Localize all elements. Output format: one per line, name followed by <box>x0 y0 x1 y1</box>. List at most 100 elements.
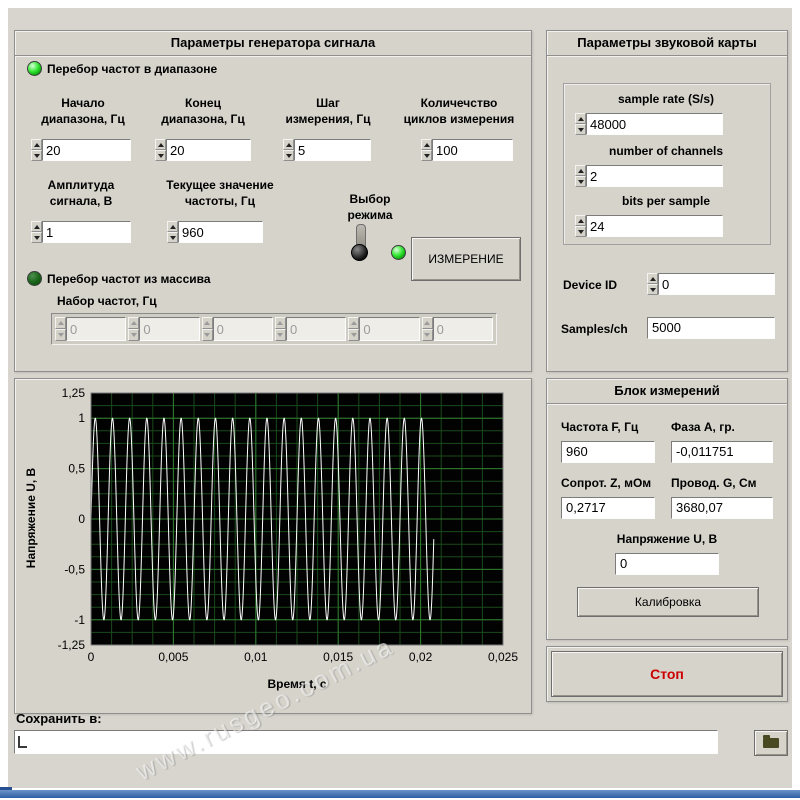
decrement-arrow-icon[interactable] <box>31 232 42 243</box>
generator-panel-title: Параметры генератора сигнала <box>15 31 531 56</box>
save-path-control[interactable] <box>14 730 718 754</box>
cycles-control[interactable] <box>421 139 513 161</box>
stop-panel: Стоп <box>546 646 788 702</box>
end-frequency-spinner[interactable] <box>155 139 166 161</box>
svg-text:-1: -1 <box>74 613 85 627</box>
end-frequency-control[interactable] <box>155 139 251 161</box>
samples-per-ch-value[interactable]: 5000 <box>647 317 775 339</box>
toggle-knob[interactable] <box>351 244 368 261</box>
measure-button[interactable]: ИЗМЕРЕНИЕ <box>411 237 521 281</box>
current-frequency-input[interactable] <box>178 221 263 243</box>
amplitude-control[interactable] <box>31 221 131 243</box>
array-mode-label: Перебор частот из массива <box>47 271 307 287</box>
increment-arrow-icon[interactable] <box>575 215 586 226</box>
array-value-4[interactable] <box>359 317 419 341</box>
increment-arrow-icon[interactable] <box>283 139 294 150</box>
bits-label: bits per sample <box>563 193 769 209</box>
stop-button[interactable]: Стоп <box>551 651 783 697</box>
device-id-control[interactable] <box>647 273 775 295</box>
soundcard-panel: Параметры звуковой карты sample rate (S/… <box>546 30 788 372</box>
decrement-arrow-icon[interactable] <box>31 150 42 161</box>
start-frequency-label: Начало диапазона, Гц <box>23 95 143 127</box>
increment-arrow-icon[interactable] <box>55 317 66 329</box>
decrement-arrow-icon[interactable] <box>155 150 166 161</box>
device-id-label: Device ID <box>563 277 643 293</box>
array-value-5[interactable] <box>433 317 493 341</box>
increment-arrow-icon[interactable] <box>575 113 586 124</box>
increment-arrow-icon[interactable] <box>421 139 432 150</box>
step-spinner[interactable] <box>283 139 294 161</box>
increment-arrow-icon[interactable] <box>155 139 166 150</box>
array-element-0[interactable] <box>55 317 126 341</box>
decrement-arrow-icon[interactable] <box>283 150 294 161</box>
increment-arrow-icon[interactable] <box>422 317 433 329</box>
cycles-spinner[interactable] <box>421 139 432 161</box>
svg-text:0,015: 0,015 <box>323 650 353 664</box>
step-input[interactable] <box>294 139 371 161</box>
decrement-arrow-icon[interactable] <box>575 124 586 135</box>
array-element-3[interactable] <box>275 317 346 341</box>
decrement-arrow-icon[interactable] <box>575 176 586 187</box>
decrement-arrow-icon[interactable] <box>167 232 178 243</box>
voltage-value: 0 <box>615 553 719 575</box>
channels-input[interactable] <box>586 165 723 187</box>
array-element-5[interactable] <box>422 317 493 341</box>
increment-arrow-icon[interactable] <box>275 317 286 329</box>
increment-arrow-icon[interactable] <box>31 221 42 232</box>
bits-control[interactable] <box>575 215 723 237</box>
amplitude-spinner[interactable] <box>31 221 42 243</box>
mode-toggle-switch[interactable] <box>347 223 373 259</box>
start-frequency-control[interactable] <box>31 139 131 161</box>
decrement-arrow-icon[interactable] <box>128 329 139 341</box>
decrement-arrow-icon[interactable] <box>55 329 66 341</box>
browse-button[interactable] <box>754 730 788 756</box>
sample-rate-control[interactable] <box>575 113 723 135</box>
current-frequency-control[interactable] <box>167 221 263 243</box>
array-value-3[interactable] <box>286 317 346 341</box>
array-value-2[interactable] <box>213 317 273 341</box>
decrement-arrow-icon[interactable] <box>421 150 432 161</box>
svg-text:-0,5: -0,5 <box>64 562 85 576</box>
increment-arrow-icon[interactable] <box>575 165 586 176</box>
decrement-arrow-icon[interactable] <box>575 226 586 237</box>
array-value-1[interactable] <box>139 317 199 341</box>
increment-arrow-icon[interactable] <box>348 317 359 329</box>
increment-arrow-icon[interactable] <box>128 317 139 329</box>
range-mode-led[interactable] <box>27 61 42 76</box>
decrement-arrow-icon[interactable] <box>202 329 213 341</box>
step-control[interactable] <box>283 139 371 161</box>
decrement-arrow-icon[interactable] <box>647 284 658 295</box>
device-id-input[interactable] <box>658 273 775 295</box>
array-element-2[interactable] <box>202 317 273 341</box>
end-frequency-input[interactable] <box>166 139 251 161</box>
array-element-1[interactable] <box>128 317 199 341</box>
array-element-4[interactable] <box>348 317 419 341</box>
conductance-label: Провод. G, См <box>671 475 781 491</box>
array-mode-led[interactable] <box>27 271 42 286</box>
cycles-input[interactable] <box>432 139 513 161</box>
decrement-arrow-icon[interactable] <box>422 329 433 341</box>
sample-rate-input[interactable] <box>586 113 723 135</box>
decrement-arrow-icon[interactable] <box>348 329 359 341</box>
array-value-0[interactable] <box>66 317 126 341</box>
increment-arrow-icon[interactable] <box>167 221 178 232</box>
amplitude-input[interactable] <box>42 221 131 243</box>
impedance-value: 0,2717 <box>561 497 655 519</box>
conductance-value: 3680,07 <box>671 497 773 519</box>
channels-control[interactable] <box>575 165 723 187</box>
save-path-input[interactable] <box>30 734 717 750</box>
decrement-arrow-icon[interactable] <box>275 329 286 341</box>
start-frequency-input[interactable] <box>42 139 131 161</box>
bits-input[interactable] <box>586 215 723 237</box>
increment-arrow-icon[interactable] <box>202 317 213 329</box>
current-frequency-spinner[interactable] <box>167 221 178 243</box>
frequency-result-value: 960 <box>561 441 655 463</box>
increment-arrow-icon[interactable] <box>647 273 658 284</box>
increment-arrow-icon[interactable] <box>31 139 42 150</box>
application-window: Параметры генератора сигнала Перебор час… <box>0 0 800 800</box>
start-frequency-spinner[interactable] <box>31 139 42 161</box>
calibrate-button[interactable]: Калибровка <box>577 587 759 617</box>
range-mode-label: Перебор частот в диапазоне <box>47 61 287 77</box>
amplitude-label: Амплитуда сигнала, В <box>21 177 141 209</box>
measurements-panel: Блок измерений Частота F, Гц Фаза А, гр.… <box>546 378 788 640</box>
